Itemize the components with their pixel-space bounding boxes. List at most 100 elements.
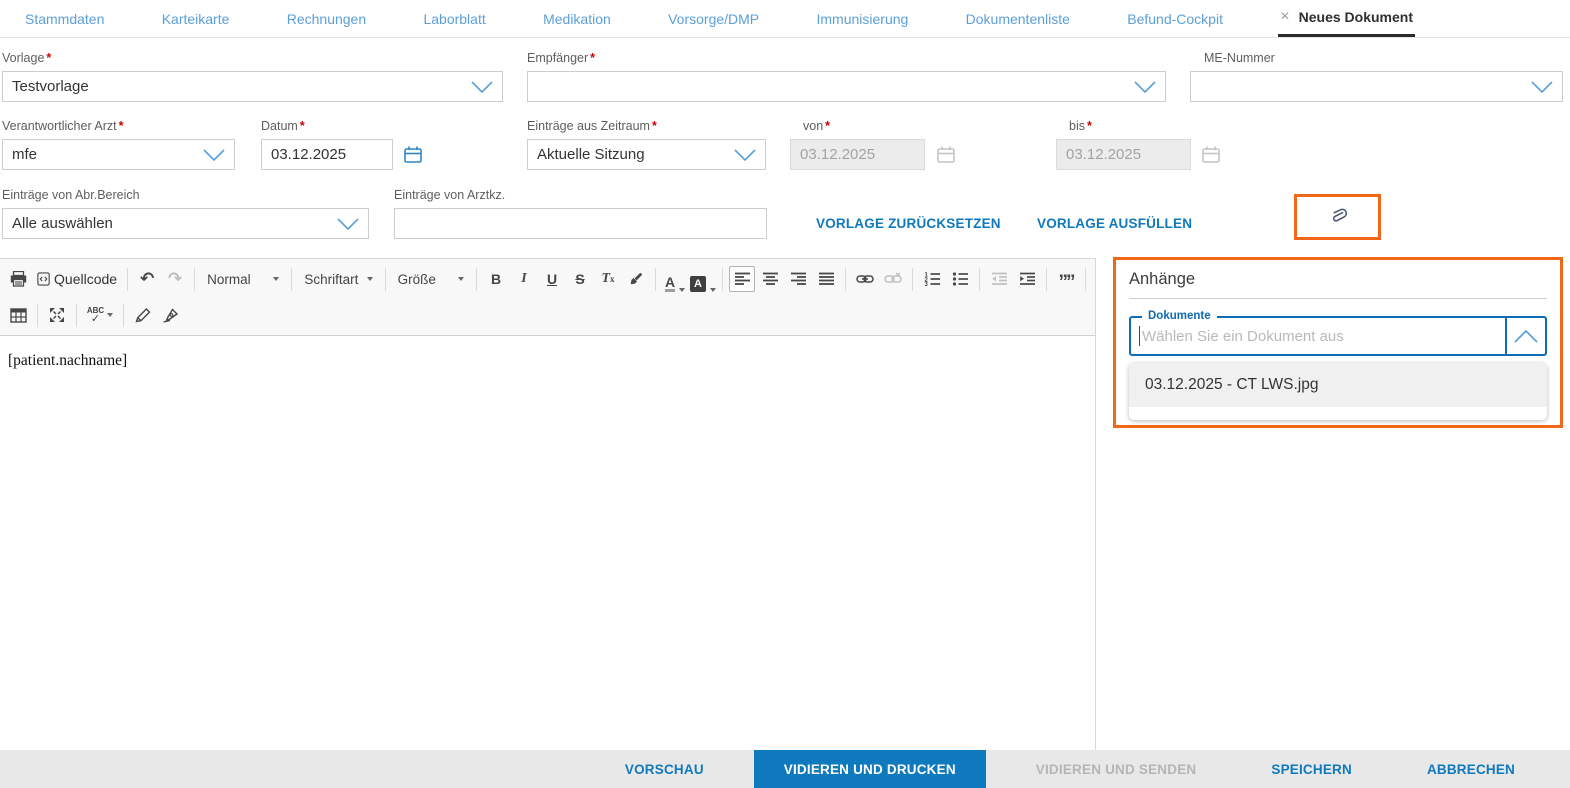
tab-neues-dokument[interactable]: × Neues Dokument [1278, 0, 1415, 37]
attachments-panel: Anhänge Dokumente Wählen Sie ein Dokumen… [1113, 257, 1563, 428]
document-editor: Quellcode ↶ ↷ Normal Schriftart Größe [0, 258, 1096, 750]
paragraph-format-select[interactable]: Normal [200, 266, 286, 292]
redo-button[interactable]: ↷ [162, 266, 188, 292]
copy-formatting-button[interactable] [623, 266, 649, 292]
toolbar-separator [476, 268, 477, 291]
spellcheck-icon: ABC ✓ [87, 307, 104, 323]
dokumente-placeholder: Wählen Sie ein Dokument aus [1142, 328, 1344, 345]
dokumente-combobox[interactable]: Dokumente Wählen Sie ein Dokument aus [1129, 316, 1547, 356]
attachments-title: Anhänge [1129, 270, 1547, 289]
chevron-down-icon [1134, 81, 1156, 93]
toolbar-separator [385, 268, 386, 291]
vorschau-button[interactable]: VORSCHAU [625, 762, 704, 777]
chevron-down-icon [1531, 81, 1553, 93]
ordered-list-button[interactable]: 123 [919, 266, 945, 292]
toolbar-separator [845, 268, 846, 291]
caret-down-icon [107, 313, 113, 317]
justify-button[interactable] [813, 266, 839, 292]
bulleted-list-icon [952, 272, 969, 286]
unlink-icon [884, 272, 902, 286]
chevron-down-icon [203, 149, 225, 161]
tab-dokumentenliste[interactable]: Dokumentenliste [964, 0, 1072, 37]
zeitraum-label: Einträge aus Zeitraum* [527, 118, 766, 139]
caret-down-icon [679, 288, 685, 292]
text-color-button[interactable]: A [662, 266, 688, 292]
print-button[interactable] [5, 266, 31, 292]
tab-rechnungen[interactable]: Rechnungen [285, 0, 368, 37]
maximize-button[interactable] [44, 302, 70, 328]
size-select[interactable]: Größe [391, 266, 471, 292]
vorlage-select[interactable] [2, 71, 503, 102]
strikethrough-button[interactable]: S [567, 266, 593, 292]
align-left-button[interactable] [729, 266, 755, 292]
spellcheck-button[interactable]: ABC ✓ [83, 302, 117, 328]
tab-medikation[interactable]: Medikation [541, 0, 613, 37]
tab-vorsorge-dmp[interactable]: Vorsorge/DMP [666, 0, 761, 37]
vorlage-zuruecksetzen-button[interactable]: VORLAGE ZURÜCKSETZEN [816, 216, 1001, 231]
background-color-button[interactable]: A [690, 266, 716, 292]
tab-immunisierung[interactable]: Immunisierung [814, 0, 910, 37]
abbrechen-button[interactable]: ABBRECHEN [1427, 762, 1515, 777]
increase-indent-button[interactable] [1014, 266, 1040, 292]
dokumente-option[interactable]: 03.12.2025 - CT LWS.jpg [1129, 363, 1547, 407]
datum-input[interactable] [261, 139, 393, 170]
table-button[interactable] [5, 302, 31, 328]
dokumente-input[interactable]: Wählen Sie ein Dokument aus [1131, 318, 1505, 354]
align-center-button[interactable] [757, 266, 783, 292]
toolbar-separator [127, 268, 128, 291]
calendar-icon[interactable] [403, 145, 423, 165]
decrease-indent-button[interactable] [986, 266, 1012, 292]
align-right-button[interactable] [785, 266, 811, 292]
vorlage-ausfuellen-button[interactable]: VORLAGE AUSFÜLLEN [1037, 216, 1192, 231]
caret-down-icon [458, 277, 464, 281]
bulleted-list-button[interactable] [947, 266, 973, 292]
app-window: Stammdaten Karteikarte Rechnungen Laborb… [0, 0, 1570, 788]
zeitraum-select[interactable] [527, 139, 766, 170]
tab-befund-cockpit[interactable]: Befund-Cockpit [1125, 0, 1225, 37]
toolbar-separator [1085, 268, 1086, 291]
chevron-down-icon [471, 81, 493, 93]
link-icon [856, 273, 874, 285]
table-icon [10, 308, 27, 323]
dokumente-collapse-button[interactable] [1505, 318, 1545, 354]
italic-button[interactable]: I [511, 266, 537, 292]
speichern-button[interactable]: SPEICHERN [1271, 762, 1352, 777]
abr-bereich-select[interactable] [2, 208, 369, 239]
von-input [790, 139, 925, 170]
source-button[interactable]: Quellcode [33, 266, 121, 292]
me-nummer-select[interactable] [1190, 71, 1563, 102]
underline-button[interactable]: U [539, 266, 565, 292]
arzt-select[interactable] [2, 139, 235, 170]
caret-down-icon [710, 288, 716, 292]
tab-karteikarte[interactable]: Karteikarte [160, 0, 232, 37]
editor-toolbar: Quellcode ↶ ↷ Normal Schriftart Größe [0, 258, 1095, 336]
signature-pen-button[interactable] [158, 302, 184, 328]
chevron-up-icon [1514, 330, 1538, 343]
undo-button[interactable]: ↶ [134, 266, 160, 292]
close-icon[interactable]: × [1280, 8, 1289, 26]
toolbar-separator [912, 268, 913, 291]
toolbar-separator [194, 268, 195, 291]
me-nummer-label: ME-Nummer [1190, 50, 1563, 71]
vidieren-und-drucken-button[interactable]: VIDIEREN UND DRUCKEN [754, 750, 986, 788]
blockquote-button[interactable]: ”” [1053, 266, 1079, 292]
link-button[interactable] [852, 266, 878, 292]
tab-laborblatt[interactable]: Laborblatt [421, 0, 487, 37]
font-select[interactable]: Schriftart [297, 266, 379, 292]
datum-label: Datum* [261, 118, 393, 139]
toolbar-separator [1046, 268, 1047, 291]
unlink-button[interactable] [880, 266, 906, 292]
outdent-icon [991, 272, 1008, 286]
arztkz-input[interactable] [394, 208, 767, 239]
maximize-icon [49, 307, 65, 323]
toolbar-separator [655, 268, 656, 291]
paperclip-icon [1328, 206, 1348, 228]
bold-button[interactable]: B [483, 266, 509, 292]
empfaenger-select[interactable] [527, 71, 1166, 102]
edit-pencil-button[interactable] [130, 302, 156, 328]
editor-body[interactable]: [patient.nachname] [0, 336, 1095, 386]
tab-stammdaten[interactable]: Stammdaten [23, 0, 106, 37]
remove-format-button[interactable]: Tx [595, 266, 621, 292]
align-center-icon [762, 272, 779, 286]
attachment-paperclip-button[interactable] [1294, 194, 1381, 240]
